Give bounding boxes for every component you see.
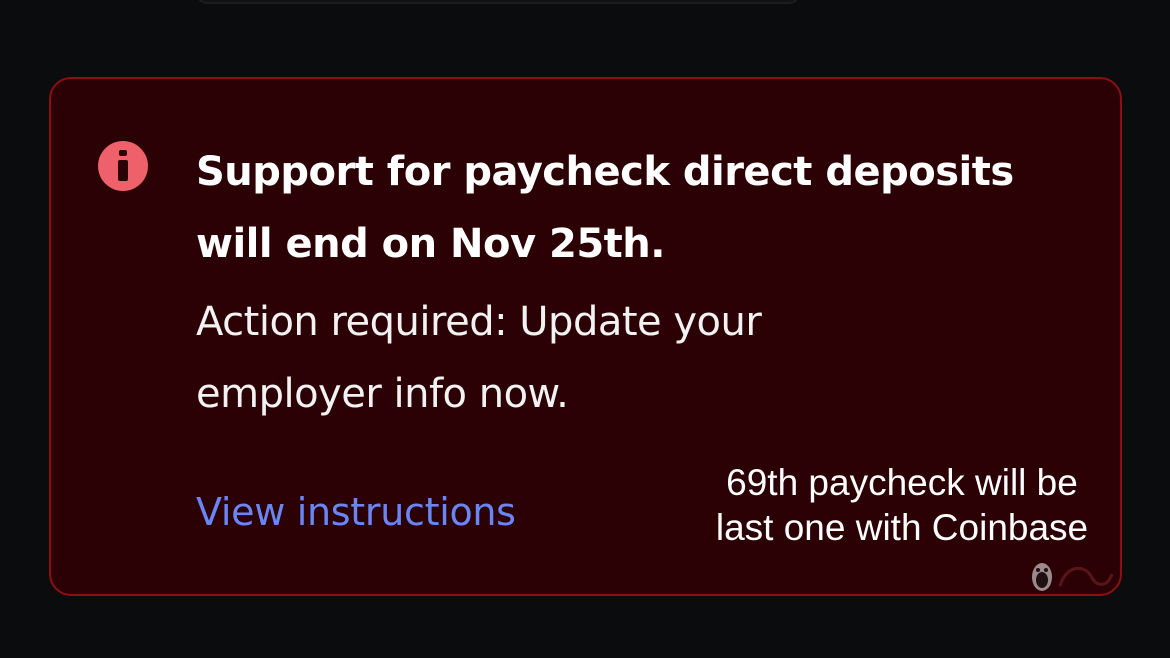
- alert-title: Support for paycheck direct deposits wil…: [196, 149, 1014, 267]
- overlay-caption-line-2: last one with Coinbase: [715, 507, 1089, 548]
- info-icon-stem: [118, 160, 128, 181]
- top-search-pill: [196, 0, 800, 4]
- info-icon-dot: [119, 150, 127, 156]
- overlay-caption-line-1: 69th paycheck will be: [726, 462, 1078, 503]
- view-instructions-link[interactable]: View instructions: [196, 488, 516, 536]
- info-icon: [98, 141, 148, 191]
- cartoon-watermark-icon: [1032, 563, 1114, 591]
- alert-body: Action required: Update your employer in…: [196, 299, 762, 417]
- overlay-caption: 69th paycheck will be last one with Coin…: [686, 460, 1118, 550]
